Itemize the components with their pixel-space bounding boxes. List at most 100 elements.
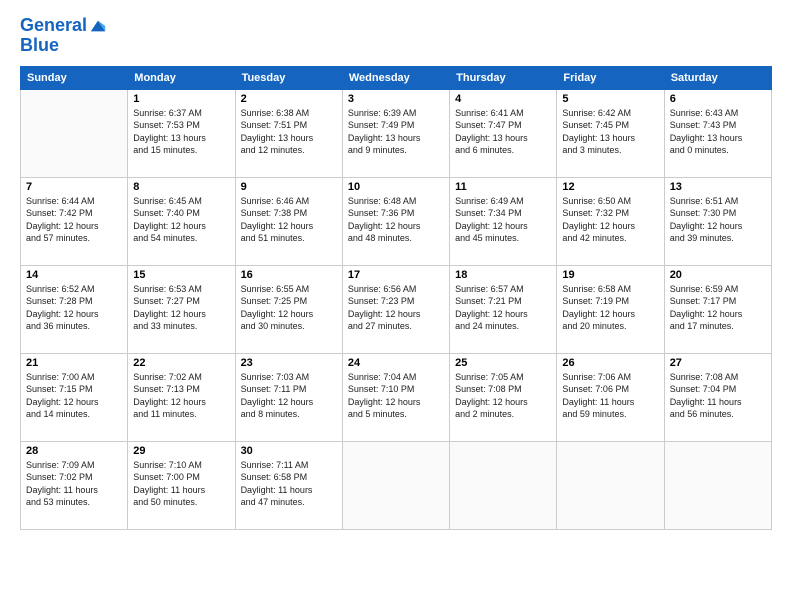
day-number: 27	[670, 357, 766, 369]
calendar-cell: 13 Sunrise: 6:51 AM Sunset: 7:30 PM Dayli…	[664, 177, 771, 265]
day-number: 5	[562, 93, 658, 105]
day-number: 19	[562, 269, 658, 281]
calendar-cell	[450, 441, 557, 529]
calendar-week-3: 14Sunrise: 6:52 AM Sunset: 7:28 PM Dayli…	[21, 265, 772, 353]
day-number: 17	[348, 269, 444, 281]
calendar-cell: 26Sunrise: 7:06 AM Sunset: 7:06 PM Dayli…	[557, 353, 664, 441]
calendar-cell	[557, 441, 664, 529]
day-info: Sunrise: 7:10 AM Sunset: 7:00 PM Dayligh…	[133, 459, 229, 509]
calendar-cell: 6 Sunrise: 6:43 AM Sunset: 7:43 PM Daylig…	[664, 89, 771, 177]
calendar-cell: 2 Sunrise: 6:38 AM Sunset: 7:51 PM Daylig…	[235, 89, 342, 177]
calendar-cell: 1Sunrise: 6:37 AM Sunset: 7:53 PM Daylig…	[128, 89, 235, 177]
day-number: 10	[348, 181, 444, 193]
calendar-cell: 19 Sunrise: 6:58 AM Sunset: 7:19 PM Dayli…	[557, 265, 664, 353]
day-info: Sunrise: 6:43 AM Sunset: 7:43 PM Dayligh…	[670, 107, 766, 157]
day-info: Sunrise: 6:58 AM Sunset: 7:19 PM Dayligh…	[562, 283, 658, 333]
calendar-cell: 30 Sunrise: 7:11 AM Sunset: 6:58 PM Dayli…	[235, 441, 342, 529]
day-number: 13	[670, 181, 766, 193]
calendar-cell: 23 Sunrise: 7:03 AM Sunset: 7:11 PM Dayli…	[235, 353, 342, 441]
calendar-cell: 18 Sunrise: 6:57 AM Sunset: 7:21 PM Dayli…	[450, 265, 557, 353]
calendar-cell: 15 Sunrise: 6:53 AM Sunset: 7:27 PM Dayli…	[128, 265, 235, 353]
calendar-cell: 9 Sunrise: 6:46 AM Sunset: 7:38 PM Daylig…	[235, 177, 342, 265]
day-info: Sunrise: 7:02 AM Sunset: 7:13 PM Dayligh…	[133, 371, 229, 421]
day-number: 20	[670, 269, 766, 281]
day-info: Sunrise: 6:55 AM Sunset: 7:25 PM Dayligh…	[241, 283, 337, 333]
column-header-tuesday: Tuesday	[235, 66, 342, 89]
day-info: Sunrise: 6:48 AM Sunset: 7:36 PM Dayligh…	[348, 195, 444, 245]
logo: General Blue	[20, 16, 107, 56]
calendar-header-row: SundayMondayTuesdayWednesdayThursdayFrid…	[21, 66, 772, 89]
day-number: 26	[562, 357, 658, 369]
day-info: Sunrise: 6:41 AM Sunset: 7:47 PM Dayligh…	[455, 107, 551, 157]
day-info: Sunrise: 7:04 AM Sunset: 7:10 PM Dayligh…	[348, 371, 444, 421]
day-info: Sunrise: 6:45 AM Sunset: 7:40 PM Dayligh…	[133, 195, 229, 245]
day-info: Sunrise: 6:49 AM Sunset: 7:34 PM Dayligh…	[455, 195, 551, 245]
day-number: 23	[241, 357, 337, 369]
day-number: 22	[133, 357, 229, 369]
page: General Blue SundayMondayTuesdayWednesda…	[0, 0, 792, 612]
logo-text-line1: General	[20, 16, 87, 36]
calendar-cell: 11 Sunrise: 6:49 AM Sunset: 7:34 PM Dayli…	[450, 177, 557, 265]
calendar-cell: 22 Sunrise: 7:02 AM Sunset: 7:13 PM Dayli…	[128, 353, 235, 441]
column-header-monday: Monday	[128, 66, 235, 89]
calendar-cell: 17 Sunrise: 6:56 AM Sunset: 7:23 PM Dayli…	[342, 265, 449, 353]
day-number: 30	[241, 445, 337, 457]
column-header-wednesday: Wednesday	[342, 66, 449, 89]
calendar-cell: 8 Sunrise: 6:45 AM Sunset: 7:40 PM Daylig…	[128, 177, 235, 265]
day-info: Sunrise: 6:38 AM Sunset: 7:51 PM Dayligh…	[241, 107, 337, 157]
calendar-week-4: 21 Sunrise: 7:00 AM Sunset: 7:15 PM Dayli…	[21, 353, 772, 441]
day-number: 11	[455, 181, 551, 193]
day-info: Sunrise: 6:57 AM Sunset: 7:21 PM Dayligh…	[455, 283, 551, 333]
day-info: Sunrise: 6:53 AM Sunset: 7:27 PM Dayligh…	[133, 283, 229, 333]
day-number: 2	[241, 93, 337, 105]
day-info: Sunrise: 7:11 AM Sunset: 6:58 PM Dayligh…	[241, 459, 337, 509]
day-info: Sunrise: 7:05 AM Sunset: 7:08 PM Dayligh…	[455, 371, 551, 421]
calendar-cell: 29 Sunrise: 7:10 AM Sunset: 7:00 PM Dayli…	[128, 441, 235, 529]
header: General Blue	[20, 16, 772, 56]
day-info: Sunrise: 6:44 AM Sunset: 7:42 PM Dayligh…	[26, 195, 122, 245]
column-header-thursday: Thursday	[450, 66, 557, 89]
day-info: Sunrise: 6:42 AM Sunset: 7:45 PM Dayligh…	[562, 107, 658, 157]
logo-icon	[89, 17, 107, 35]
calendar-cell: 25Sunrise: 7:05 AM Sunset: 7:08 PM Dayli…	[450, 353, 557, 441]
day-info: Sunrise: 7:03 AM Sunset: 7:11 PM Dayligh…	[241, 371, 337, 421]
day-info: Sunrise: 6:39 AM Sunset: 7:49 PM Dayligh…	[348, 107, 444, 157]
day-info: Sunrise: 6:46 AM Sunset: 7:38 PM Dayligh…	[241, 195, 337, 245]
day-number: 18	[455, 269, 551, 281]
day-number: 9	[241, 181, 337, 193]
calendar-cell: 21 Sunrise: 7:00 AM Sunset: 7:15 PM Dayli…	[21, 353, 128, 441]
day-info: Sunrise: 6:51 AM Sunset: 7:30 PM Dayligh…	[670, 195, 766, 245]
day-number: 3	[348, 93, 444, 105]
calendar-cell: 16Sunrise: 6:55 AM Sunset: 7:25 PM Dayli…	[235, 265, 342, 353]
day-number: 24	[348, 357, 444, 369]
calendar-week-1: 1Sunrise: 6:37 AM Sunset: 7:53 PM Daylig…	[21, 89, 772, 177]
calendar-cell: 10 Sunrise: 6:48 AM Sunset: 7:36 PM Dayli…	[342, 177, 449, 265]
calendar-cell: 27Sunrise: 7:08 AM Sunset: 7:04 PM Dayli…	[664, 353, 771, 441]
day-info: Sunrise: 7:00 AM Sunset: 7:15 PM Dayligh…	[26, 371, 122, 421]
calendar-cell: 7 Sunrise: 6:44 AM Sunset: 7:42 PM Daylig…	[21, 177, 128, 265]
calendar-table: SundayMondayTuesdayWednesdayThursdayFrid…	[20, 66, 772, 530]
day-number: 7	[26, 181, 122, 193]
calendar-cell	[342, 441, 449, 529]
calendar-cell: 4Sunrise: 6:41 AM Sunset: 7:47 PM Daylig…	[450, 89, 557, 177]
day-info: Sunrise: 6:59 AM Sunset: 7:17 PM Dayligh…	[670, 283, 766, 333]
calendar-cell: 14Sunrise: 6:52 AM Sunset: 7:28 PM Dayli…	[21, 265, 128, 353]
day-info: Sunrise: 6:56 AM Sunset: 7:23 PM Dayligh…	[348, 283, 444, 333]
day-number: 28	[26, 445, 122, 457]
calendar-week-5: 28 Sunrise: 7:09 AM Sunset: 7:02 PM Dayli…	[21, 441, 772, 529]
calendar-cell: 28 Sunrise: 7:09 AM Sunset: 7:02 PM Dayli…	[21, 441, 128, 529]
day-number: 29	[133, 445, 229, 457]
day-number: 6	[670, 93, 766, 105]
day-info: Sunrise: 7:09 AM Sunset: 7:02 PM Dayligh…	[26, 459, 122, 509]
day-number: 21	[26, 357, 122, 369]
calendar-cell: 24 Sunrise: 7:04 AM Sunset: 7:10 PM Dayli…	[342, 353, 449, 441]
calendar-cell	[21, 89, 128, 177]
day-number: 15	[133, 269, 229, 281]
day-number: 8	[133, 181, 229, 193]
day-number: 12	[562, 181, 658, 193]
column-header-friday: Friday	[557, 66, 664, 89]
calendar-cell: 12Sunrise: 6:50 AM Sunset: 7:32 PM Dayli…	[557, 177, 664, 265]
column-header-saturday: Saturday	[664, 66, 771, 89]
day-info: Sunrise: 6:52 AM Sunset: 7:28 PM Dayligh…	[26, 283, 122, 333]
calendar-cell: 5 Sunrise: 6:42 AM Sunset: 7:45 PM Daylig…	[557, 89, 664, 177]
